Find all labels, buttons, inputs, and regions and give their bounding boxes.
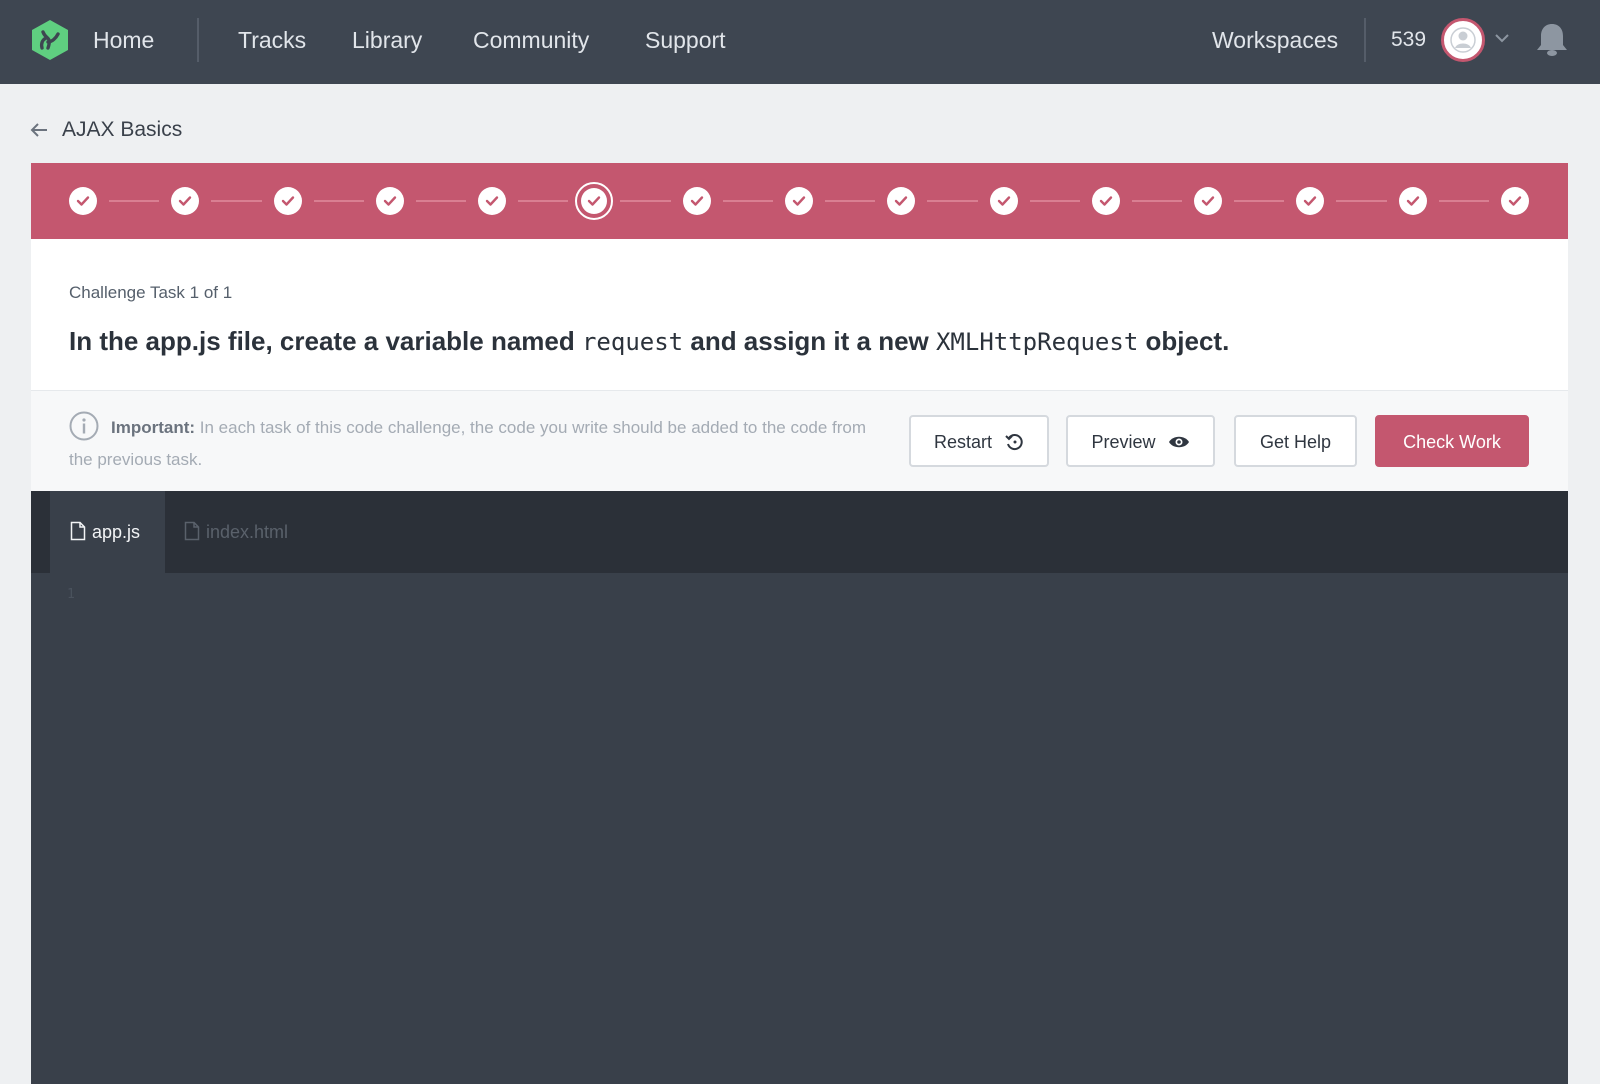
tab-label: app.js (92, 522, 141, 542)
restart-icon (1005, 434, 1023, 451)
progress-connector (722, 200, 773, 202)
progress-connector (211, 200, 262, 202)
checkmark-icon (1406, 196, 1419, 206)
task-text: object. (1138, 326, 1230, 356)
checkmark-icon (76, 196, 90, 206)
nav-library-link[interactable]: Library (352, 24, 422, 56)
progress-connector (313, 200, 364, 202)
progress-step[interactable] (478, 187, 507, 215)
nav-tracks-link[interactable]: Tracks (238, 24, 306, 56)
checkmark-icon (281, 196, 294, 206)
progress-step[interactable] (1501, 187, 1529, 215)
nav-support-link[interactable]: Support (645, 24, 726, 56)
progress-connector (518, 200, 569, 202)
nav-workspaces-link[interactable]: Workspaces (1212, 24, 1338, 56)
progress-connector (825, 200, 876, 202)
tab-index-html[interactable]: index.html (164, 491, 314, 573)
progress-step[interactable] (375, 187, 404, 215)
nav-divider (1364, 18, 1366, 62)
user-avatar[interactable] (1441, 18, 1485, 62)
action-bar: Important: In each task of this code cha… (31, 391, 1568, 491)
checkmark-icon (485, 196, 499, 206)
task-counter: Challenge Task 1 of 1 (69, 283, 233, 302)
progress-step[interactable] (785, 187, 813, 215)
points-count: 539 (1391, 28, 1427, 51)
checkmark-icon (179, 196, 192, 206)
file-icon (184, 521, 200, 541)
progress-step-current[interactable] (575, 182, 614, 220)
checkmark-icon (997, 196, 1010, 206)
checkmark-icon (1099, 196, 1113, 206)
progress-step[interactable] (69, 187, 97, 215)
task-instructions: In the app.js file, create a variable na… (69, 323, 1229, 360)
progress-connector (1029, 200, 1080, 202)
tab-app-js[interactable]: app.js (50, 491, 165, 573)
nav-divider (197, 18, 199, 62)
progress-step[interactable] (887, 187, 916, 215)
editor-tab-bar: app.js index.html (31, 491, 1568, 573)
important-notice: Important: In each task of this code cha… (69, 412, 879, 476)
chevron-down-icon[interactable] (1494, 30, 1510, 46)
task-text: and assign it a new (683, 326, 936, 356)
checkmark-icon (588, 196, 601, 206)
get-help-button[interactable]: Get Help (1234, 415, 1357, 467)
progress-connector (415, 200, 467, 202)
task-text: In the app.js file, create a variable na… (69, 326, 582, 356)
file-icon (70, 521, 86, 541)
task-code: XMLHttpRequest (935, 328, 1139, 356)
checkmark-icon (690, 196, 703, 206)
get-help-label: Get Help (1259, 432, 1332, 453)
progress-step[interactable] (171, 187, 200, 215)
task-panel: Challenge Task 1 of 1 In the app.js file… (31, 239, 1568, 391)
notice-label: Important: (111, 418, 196, 437)
progress-step[interactable] (1091, 187, 1120, 215)
checkmark-icon (792, 196, 806, 206)
eye-icon (1168, 437, 1189, 448)
progress-step[interactable] (1194, 187, 1223, 215)
progress-step[interactable] (989, 187, 1018, 215)
arrow-left-icon[interactable] (30, 121, 48, 139)
code-editor: app.js index.html 1 (31, 491, 1568, 1084)
checkmark-icon (1304, 196, 1317, 206)
task-code: request (581, 328, 684, 356)
progress-connector (1234, 200, 1285, 202)
checkmark-icon (1201, 196, 1215, 206)
user-silhouette-icon (1450, 27, 1476, 53)
top-navigation: Home Tracks Library Community Support Wo… (0, 0, 1600, 84)
preview-label: Preview (1091, 432, 1156, 453)
progress-step[interactable] (273, 187, 302, 215)
tab-label: index.html (206, 522, 289, 542)
progress-connector (1131, 200, 1183, 202)
progress-step[interactable] (1296, 187, 1325, 215)
progress-connector (620, 200, 671, 202)
preview-button[interactable]: Preview (1066, 415, 1215, 467)
breadcrumb[interactable]: AJAX Basics (62, 116, 182, 144)
progress-connector (927, 200, 978, 202)
check-work-label: Check Work (1403, 432, 1501, 453)
line-number: 1 (67, 587, 75, 602)
nav-home-link[interactable]: Home (93, 24, 154, 56)
progress-step[interactable] (1398, 187, 1427, 215)
checkmark-icon (1508, 196, 1522, 206)
checkmark-icon (895, 196, 908, 206)
checkmark-icon (383, 196, 397, 206)
progress-connector (109, 200, 160, 202)
bell-icon[interactable] (1534, 20, 1570, 60)
progress-connector (1438, 200, 1489, 202)
check-work-button[interactable]: Check Work (1375, 415, 1529, 467)
code-input-area[interactable] (101, 583, 1548, 1064)
progress-connector (1336, 200, 1387, 202)
challenge-progress-bar (31, 163, 1568, 239)
nav-community-link[interactable]: Community (473, 24, 589, 56)
restart-label: Restart (933, 432, 993, 453)
treehouse-logo-icon[interactable] (30, 18, 70, 62)
progress-step[interactable] (682, 187, 711, 215)
restart-button[interactable]: Restart (909, 415, 1049, 467)
